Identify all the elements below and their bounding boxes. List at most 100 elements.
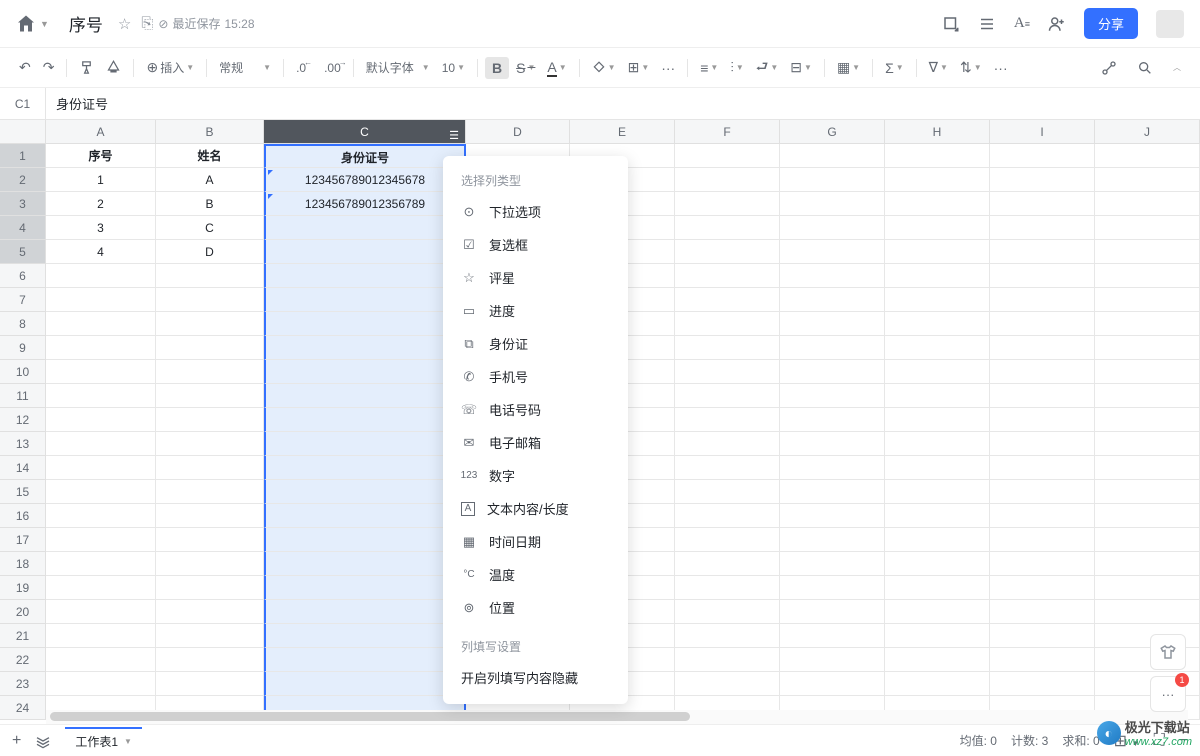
list-icon[interactable] [978,15,996,33]
cell[interactable] [46,312,156,336]
cell[interactable] [780,432,885,456]
cell[interactable] [885,144,990,168]
cell[interactable] [885,528,990,552]
cell[interactable] [675,192,780,216]
cell[interactable] [780,384,885,408]
horizontal-scrollbar[interactable] [46,710,1188,724]
row-header[interactable]: 11 [0,384,46,408]
cell[interactable] [675,624,780,648]
cell[interactable]: D [156,240,264,264]
row-header[interactable]: 1 [0,144,46,168]
cell[interactable] [46,264,156,288]
cell[interactable] [990,144,1095,168]
cell[interactable] [885,216,990,240]
cell[interactable] [264,288,466,312]
cell[interactable] [264,552,466,576]
row-header[interactable]: 21 [0,624,46,648]
menu-item[interactable]: ▦时间日期 [443,525,628,558]
cell[interactable] [990,216,1095,240]
edit-icon[interactable] [942,15,960,33]
cell[interactable] [885,624,990,648]
menu-item[interactable]: ⊙下拉选项 [443,195,628,228]
cell[interactable] [1095,384,1200,408]
cell[interactable] [675,264,780,288]
cell[interactable] [990,408,1095,432]
row-header[interactable]: 19 [0,576,46,600]
sheet-tab[interactable]: 工作表1▼ [65,727,142,754]
cell[interactable] [780,168,885,192]
col-header-i[interactable]: I [990,120,1095,144]
cell[interactable] [885,384,990,408]
menu-item[interactable]: ☆评星 [443,261,628,294]
cell[interactable] [46,432,156,456]
menu-item[interactable]: ▭进度 [443,294,628,327]
cell[interactable] [885,504,990,528]
cell[interactable] [990,456,1095,480]
cell[interactable] [46,384,156,408]
cell[interactable] [990,288,1095,312]
cell[interactable] [156,480,264,504]
row-header[interactable]: 10 [0,360,46,384]
cell[interactable] [885,168,990,192]
cell[interactable] [1095,240,1200,264]
row-header[interactable]: 6 [0,264,46,288]
cell[interactable]: 4 [46,240,156,264]
cell[interactable] [675,288,780,312]
cell[interactable] [675,648,780,672]
cell[interactable] [1095,504,1200,528]
merge-button[interactable]: ⊟ ▼ [785,55,817,80]
cell[interactable] [264,480,466,504]
search-button[interactable] [1132,56,1158,80]
cell[interactable] [990,504,1095,528]
cell[interactable] [990,600,1095,624]
menu-item-hide-content[interactable]: 开启列填写内容隐藏 [443,661,628,694]
cell[interactable] [156,408,264,432]
cell[interactable] [1095,408,1200,432]
cell[interactable] [885,192,990,216]
cell[interactable] [780,192,885,216]
cell[interactable] [1095,360,1200,384]
number-format-button[interactable]: 常规 ▼ [214,55,276,80]
cell[interactable] [264,336,466,360]
col-header-g[interactable]: G [780,120,885,144]
row-header[interactable]: 13 [0,432,46,456]
formula-value[interactable]: 身份证号 [46,94,118,113]
cell[interactable] [156,288,264,312]
cell[interactable]: 身份证号 [264,144,466,168]
cell[interactable] [46,480,156,504]
cell[interactable] [675,240,780,264]
cell[interactable] [264,432,466,456]
cell[interactable] [780,480,885,504]
doc-title[interactable]: 序号 [69,11,103,36]
cell[interactable] [675,360,780,384]
notification-icon[interactable]: ···1 [1150,676,1186,712]
cell[interactable] [675,144,780,168]
cell[interactable] [264,528,466,552]
sheets-list-button[interactable] [35,733,51,749]
cell[interactable] [46,504,156,528]
menu-item[interactable]: ☑复选框 [443,228,628,261]
cell[interactable] [675,552,780,576]
row-header[interactable]: 18 [0,552,46,576]
more-format-button[interactable]: ··· [656,56,680,80]
cell[interactable]: 123456789012356789 [264,192,466,216]
cell[interactable] [156,312,264,336]
col-header-j[interactable]: J [1095,120,1200,144]
row-header[interactable]: 20 [0,600,46,624]
cell[interactable] [46,624,156,648]
cell[interactable] [990,576,1095,600]
row-header[interactable]: 22 [0,648,46,672]
cell[interactable] [885,456,990,480]
cell[interactable] [885,432,990,456]
cell[interactable] [885,312,990,336]
cell[interactable] [885,576,990,600]
cell[interactable] [675,480,780,504]
cell[interactable] [990,648,1095,672]
cell[interactable] [675,600,780,624]
menu-item[interactable]: 123数字 [443,459,628,492]
cell[interactable] [156,528,264,552]
cell[interactable]: 姓名 [156,144,264,168]
add-person-icon[interactable] [1048,15,1066,33]
cell[interactable] [675,336,780,360]
undo-button[interactable]: ↶ [14,55,36,80]
